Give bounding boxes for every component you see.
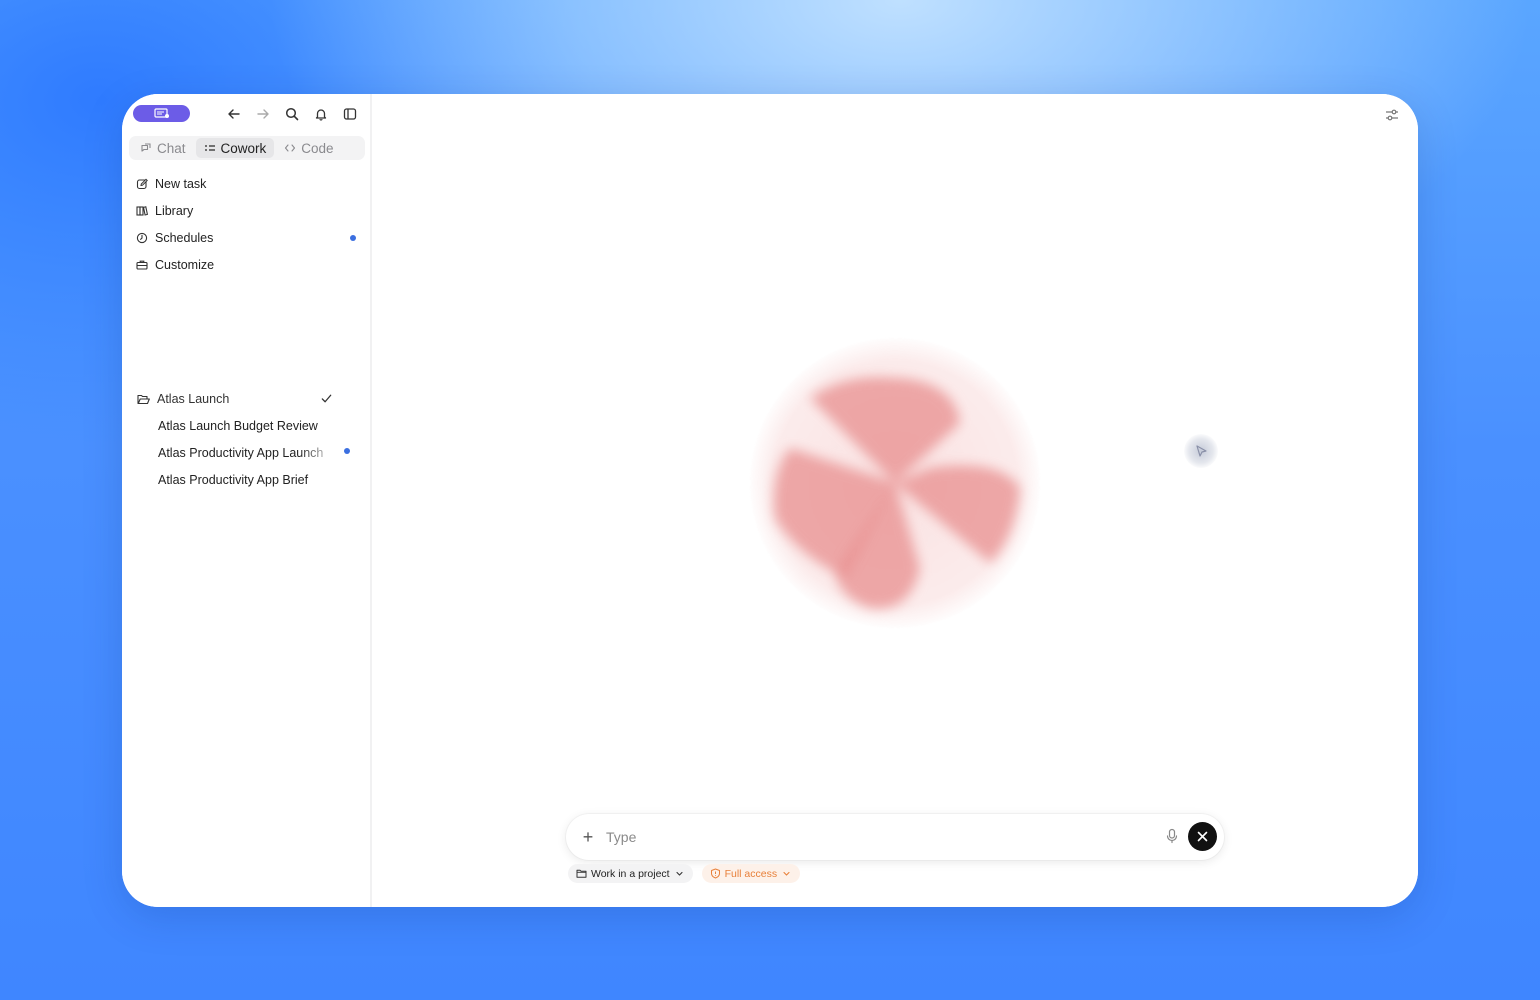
sidebar-toggle-icon[interactable] xyxy=(342,106,358,122)
edit-icon xyxy=(136,178,148,189)
project-task-label: Atlas Launch Budget Review xyxy=(158,418,318,433)
bell-icon[interactable] xyxy=(313,106,329,122)
sidebar-item-label: Schedules xyxy=(155,230,214,245)
workspace-switcher-button[interactable] xyxy=(133,105,190,122)
access-level-dropdown[interactable]: Full access xyxy=(701,864,801,883)
cursor-indicator xyxy=(1184,434,1218,468)
code-icon xyxy=(285,144,296,152)
app-window: Chat Cowork Code New task Library Schedu… xyxy=(122,94,1418,907)
mode-tabs: Chat Cowork Code xyxy=(129,136,365,160)
library-icon xyxy=(136,205,148,216)
sidebar-item-library[interactable]: Library xyxy=(122,197,372,224)
message-input[interactable] xyxy=(606,829,1146,845)
main-panel: + Work in a project Full access xyxy=(372,94,1418,907)
pointer-icon xyxy=(1196,445,1207,457)
composer-options: Work in a project Full access xyxy=(568,864,801,883)
forward-arrow-icon[interactable] xyxy=(255,106,271,122)
project-task-item[interactable]: Atlas Launch Budget Review xyxy=(122,412,330,439)
sidebar-item-new-task[interactable]: New task xyxy=(122,170,372,197)
sidebar-item-customize[interactable]: Customize xyxy=(122,251,372,278)
tab-chat[interactable]: Chat xyxy=(132,138,194,158)
sidebar-item-label: Customize xyxy=(155,257,215,272)
cowork-icon xyxy=(204,145,215,151)
project-chip-label: Work in a project xyxy=(591,867,670,880)
message-composer: + xyxy=(566,814,1224,860)
access-chip-label: Full access xyxy=(724,867,778,880)
sidebar-item-label: Library xyxy=(155,203,194,218)
work-in-project-dropdown[interactable]: Work in a project xyxy=(568,864,693,883)
sidebar-nav: New task Library Schedules Customize xyxy=(122,170,372,278)
checkmark-icon xyxy=(321,394,332,403)
chevron-down-icon xyxy=(783,871,790,876)
project-task-item[interactable]: Atlas Productivity App Brief xyxy=(122,466,330,493)
shield-icon xyxy=(710,868,720,879)
plus-icon[interactable]: + xyxy=(578,827,598,847)
project-header[interactable]: Atlas Launch xyxy=(122,386,372,412)
chevron-down-icon xyxy=(676,871,683,876)
sidebar-toolbar xyxy=(122,105,372,123)
thinking-animation-orb xyxy=(750,338,1040,628)
briefcase-icon xyxy=(136,260,148,270)
clock-icon xyxy=(136,232,148,243)
stop-button[interactable] xyxy=(1188,822,1217,851)
project-task-item[interactable]: Atlas Productivity App Launch xyxy=(122,439,330,466)
workspace-icon xyxy=(153,108,169,118)
unread-dot xyxy=(344,448,350,454)
close-icon xyxy=(1197,831,1208,842)
tab-chat-label: Chat xyxy=(157,140,186,156)
microphone-icon[interactable] xyxy=(1164,828,1180,844)
unread-dot xyxy=(350,235,356,241)
project-task-label: Atlas Productivity App Launch xyxy=(158,445,324,460)
project-group: Atlas Launch Atlas Launch Budget Review … xyxy=(122,386,372,493)
project-name: Atlas Launch xyxy=(157,392,230,406)
tab-cowork[interactable]: Cowork xyxy=(195,138,275,158)
sliders-icon[interactable] xyxy=(1384,107,1400,123)
sidebar: Chat Cowork Code New task Library Schedu… xyxy=(122,94,372,907)
tab-code[interactable]: Code xyxy=(276,138,341,158)
sidebar-item-label: New task xyxy=(155,176,207,191)
project-task-label: Atlas Productivity App Brief xyxy=(158,472,309,487)
search-icon[interactable] xyxy=(284,106,300,122)
tab-cowork-label: Cowork xyxy=(220,140,267,156)
chat-icon xyxy=(141,143,151,152)
folder-icon xyxy=(576,869,587,878)
folder-open-icon xyxy=(137,394,150,404)
tab-code-label: Code xyxy=(301,140,334,156)
back-arrow-icon[interactable] xyxy=(226,106,242,122)
orb-petals xyxy=(774,377,1020,609)
sidebar-item-schedules[interactable]: Schedules xyxy=(122,224,372,251)
